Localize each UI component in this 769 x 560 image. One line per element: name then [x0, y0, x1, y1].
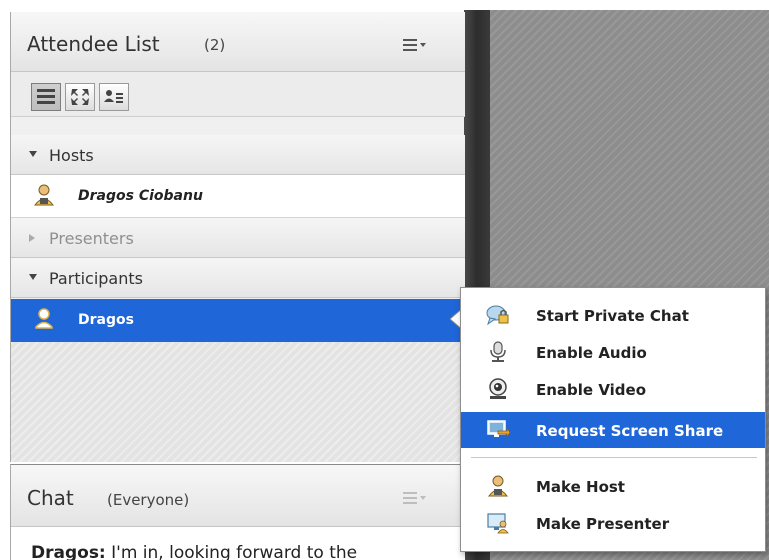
private-chat-icon: [486, 304, 510, 330]
meeting-room: Attendee List (2) Hosts Dragos Ciobanu P…: [0, 0, 769, 560]
menu-label: Make Host: [536, 478, 625, 496]
attendee-status-view-icon[interactable]: [99, 83, 129, 111]
participant-icon: [33, 307, 55, 335]
section-label: Presenters: [49, 229, 134, 248]
attendee-row-selected[interactable]: Dragos: [11, 299, 465, 342]
attendee-list-pod: Attendee List (2) Hosts Dragos Ciobanu P…: [10, 12, 465, 462]
menu-label: Request Screen Share: [536, 422, 724, 440]
attendee-name: Dragos Ciobanu: [78, 188, 203, 204]
menu-item-request-screen-share[interactable]: Request Screen Share: [461, 412, 765, 448]
microphone-icon: [486, 341, 510, 367]
chat-pod: Chat (Everyone) Dragos: I'm in, looking …: [10, 464, 465, 560]
menu-label: Enable Audio: [536, 344, 647, 362]
pod-options-icon[interactable]: [403, 491, 427, 505]
menu-item-make-presenter[interactable]: Make Presenter: [461, 505, 765, 541]
chat-text: I'm in, looking forward to the: [105, 543, 358, 560]
chat-sender: Dragos:: [31, 543, 106, 560]
webcam-icon: [486, 378, 510, 404]
collapse-arrow-icon[interactable]: [29, 151, 37, 157]
pod-options-icon[interactable]: [403, 38, 427, 52]
chat-message: Dragos: I'm in, looking forward to the: [31, 543, 357, 560]
chat-pod-title: Chat: [27, 486, 74, 510]
attendee-row[interactable]: Dragos Ciobanu: [11, 175, 465, 218]
collapse-arrow-icon[interactable]: [29, 274, 37, 280]
section-hosts[interactable]: Hosts: [11, 135, 465, 175]
host-icon: [33, 183, 55, 211]
view-mode-toolbar: [11, 72, 465, 117]
menu-separator: [471, 457, 757, 458]
menu-item-start-private-chat[interactable]: Start Private Chat: [461, 297, 765, 333]
attendee-list-empty-area: [11, 342, 465, 462]
menu-item-enable-audio[interactable]: Enable Audio: [461, 334, 765, 370]
menu-label: Enable Video: [536, 381, 647, 399]
menu-label: Make Presenter: [536, 515, 670, 533]
expand-arrow-icon[interactable]: [29, 234, 35, 242]
expand-view-icon[interactable]: [65, 83, 95, 111]
section-label: Participants: [49, 269, 143, 288]
screen-share-icon: [486, 419, 511, 445]
attendee-pod-header: Attendee List (2): [11, 12, 465, 72]
chat-scope: (Everyone): [107, 491, 190, 509]
menu-item-make-host[interactable]: Make Host: [461, 468, 765, 504]
host-icon: [486, 475, 510, 501]
attendee-count: (2): [204, 36, 226, 54]
menu-label: Start Private Chat: [536, 307, 689, 325]
attendee-name: Dragos: [78, 312, 134, 328]
section-presenters[interactable]: Presenters: [11, 218, 465, 258]
presenter-icon: [486, 512, 510, 538]
chat-pod-header: Chat (Everyone): [11, 465, 465, 527]
chat-messages: Dragos: I'm in, looking forward to the: [11, 527, 465, 560]
section-label: Hosts: [49, 146, 94, 165]
attendee-pod-title: Attendee List: [27, 32, 160, 56]
list-view-icon[interactable]: [31, 83, 61, 111]
section-participants[interactable]: Participants: [11, 258, 465, 298]
attendee-context-menu: Start Private Chat Enable Audio Enable V…: [460, 287, 766, 552]
menu-item-enable-video[interactable]: Enable Video: [461, 371, 765, 407]
